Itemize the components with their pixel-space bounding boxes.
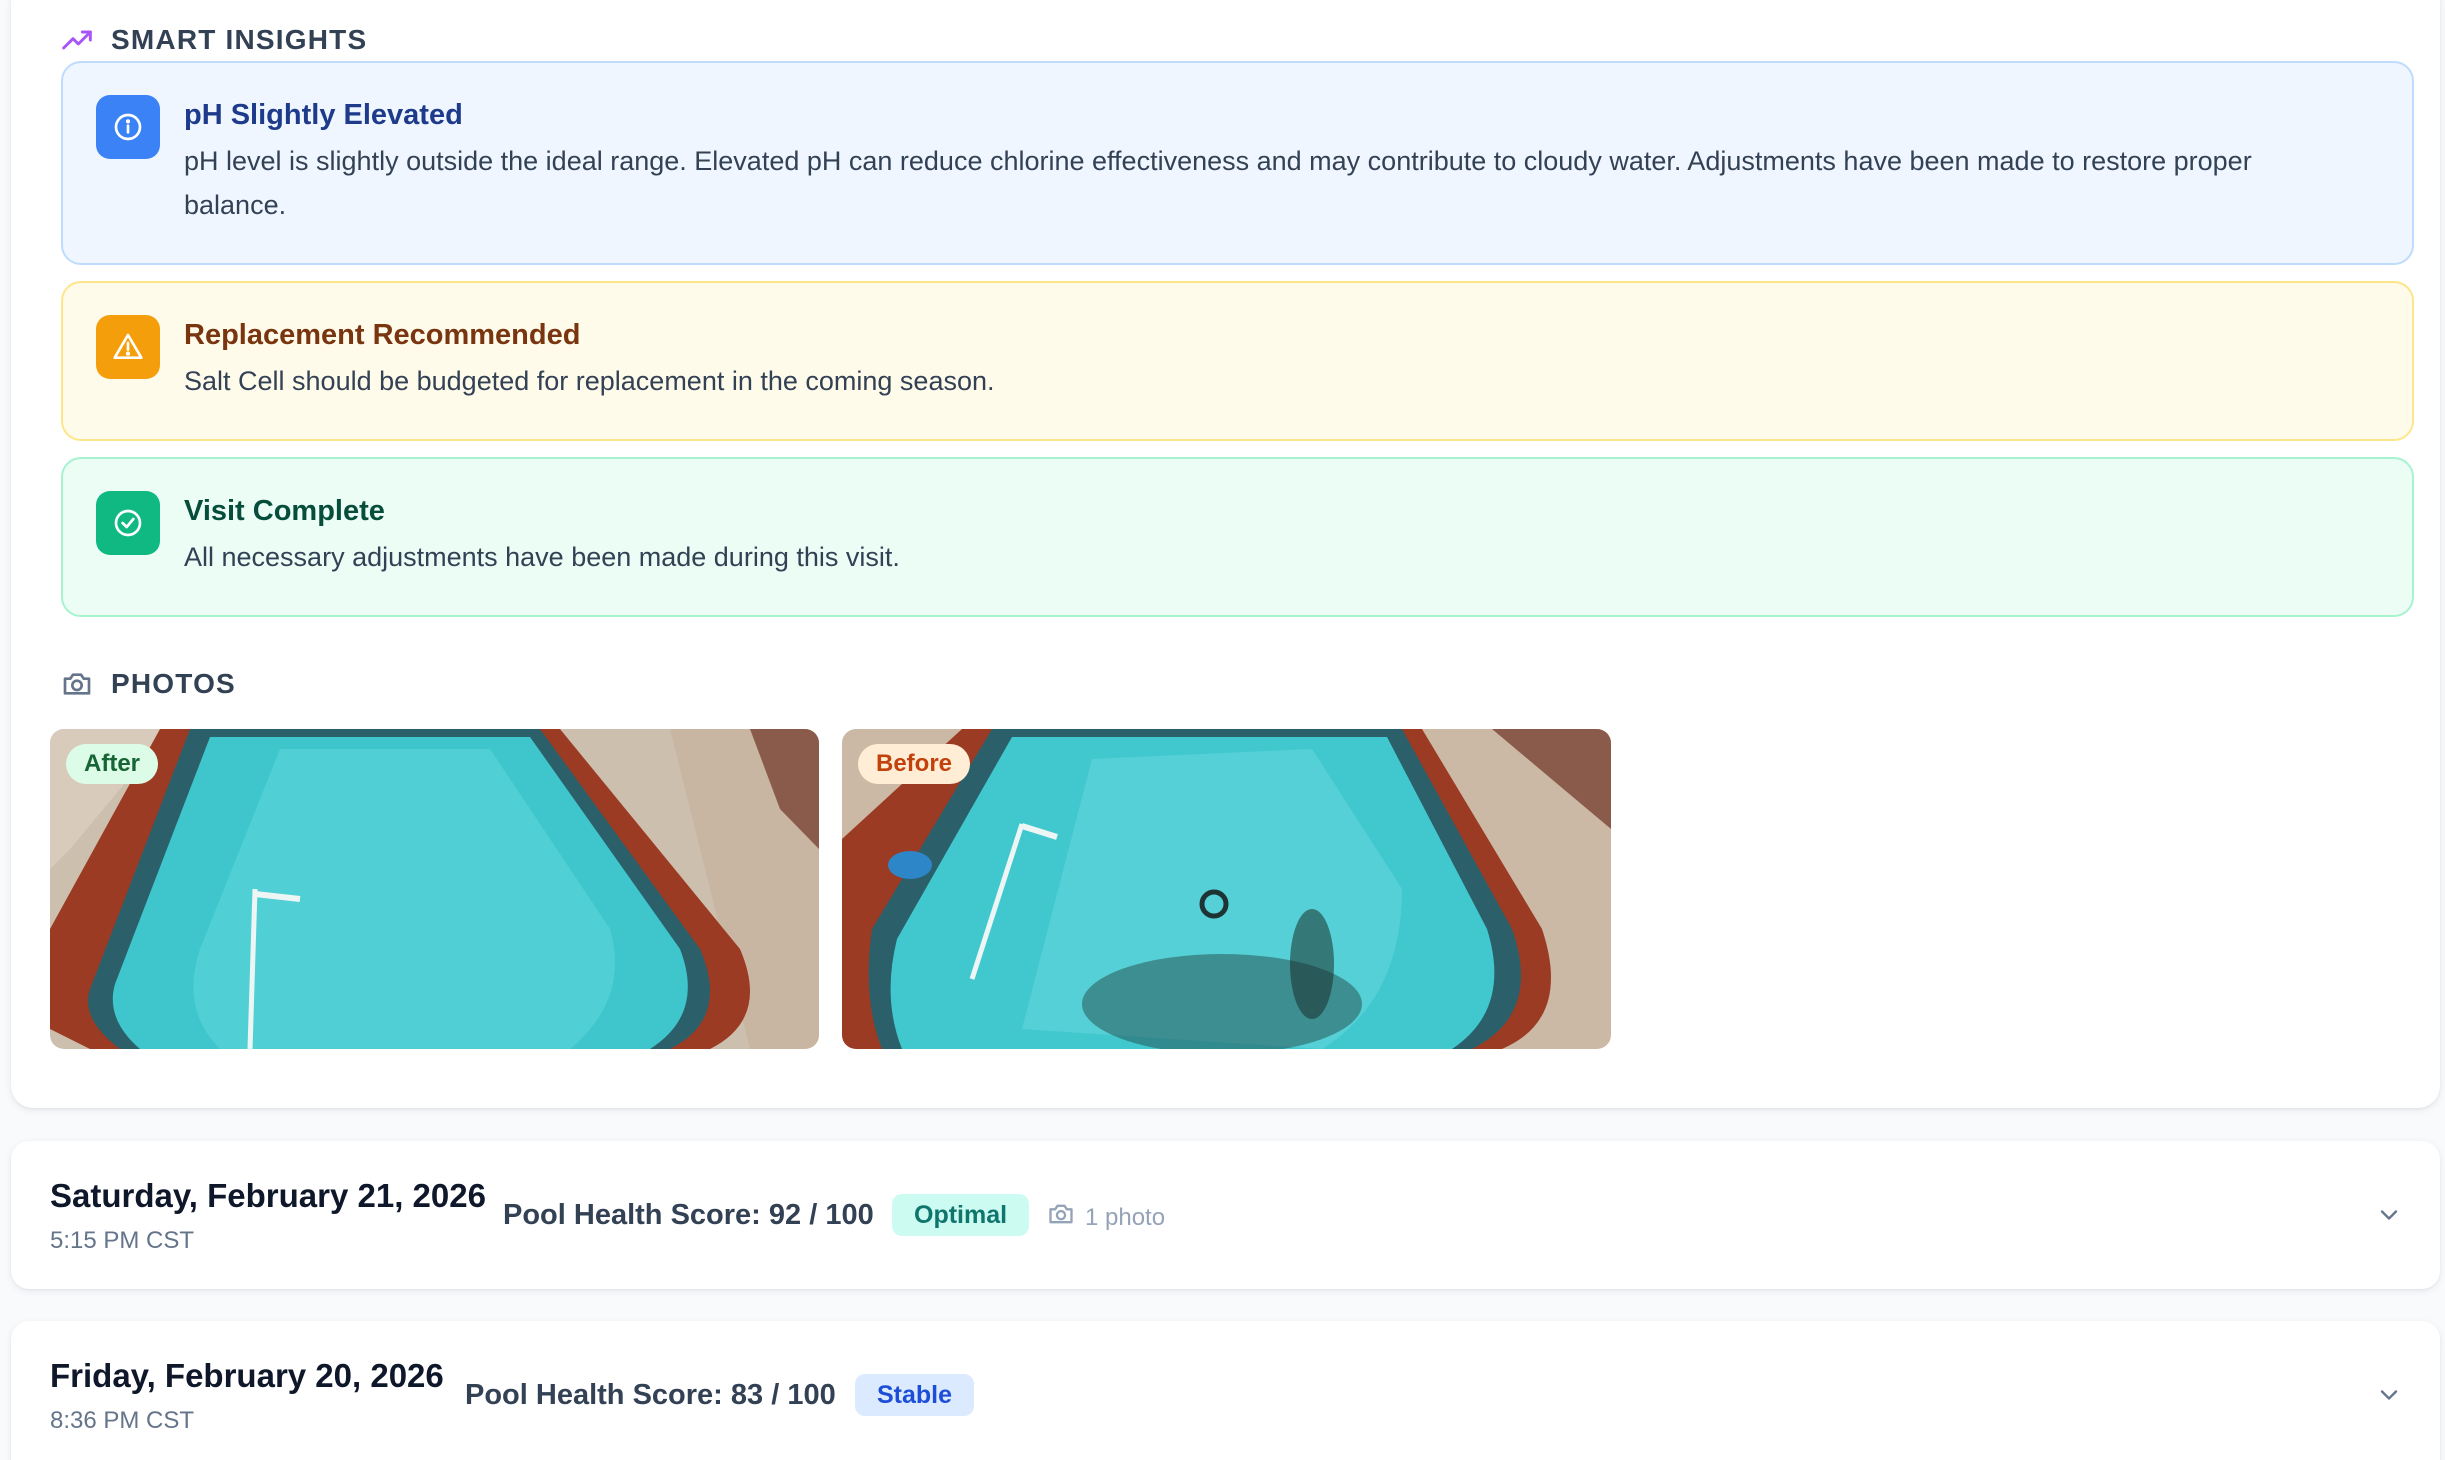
- status-badge: Optimal: [892, 1194, 1030, 1236]
- smart-insights-header: SMART INSIGHTS: [61, 24, 367, 56]
- pool-health-score: Pool Health Score: 92 / 100: [503, 1199, 874, 1231]
- visit-row[interactable]: Friday, February 20, 2026 8:36 PM CST Po…: [11, 1321, 2440, 1460]
- chevron-down-icon[interactable]: [2375, 1381, 2403, 1414]
- photo-count: 1 photo: [1047, 1200, 1165, 1235]
- camera-icon: [61, 668, 93, 700]
- insight-ph-elevated: pH Slightly Elevated pH level is slightl…: [61, 61, 2414, 265]
- pool-photo-after: [50, 729, 819, 1049]
- photo-count-label: 1 photo: [1085, 1203, 1166, 1231]
- status-badge: Stable: [855, 1374, 975, 1416]
- photo-before[interactable]: Before: [842, 729, 1611, 1049]
- trending-up-icon: [61, 24, 93, 56]
- visit-date: Friday, February 20, 2026: [50, 1357, 444, 1394]
- chevron-down-icon[interactable]: [2375, 1201, 2403, 1234]
- visit-detail-card: SMART INSIGHTS pH Slightly Elevated pH l…: [11, 0, 2440, 1108]
- photo-label-before: Before: [858, 744, 971, 784]
- insight-title: Replacement Recommended: [184, 319, 581, 351]
- info-icon: [96, 95, 160, 159]
- insight-title: pH Slightly Elevated: [184, 99, 463, 131]
- insight-body: pH level is slightly outside the ideal r…: [184, 146, 2252, 220]
- insight-title: Visit Complete: [184, 495, 385, 527]
- visit-time: 8:36 PM CST: [50, 1407, 195, 1434]
- smart-insights-title: SMART INSIGHTS: [111, 24, 368, 55]
- insight-body: Salt Cell should be budgeted for replace…: [184, 366, 995, 396]
- warning-icon: [96, 315, 160, 379]
- visit-row[interactable]: Saturday, February 21, 2026 5:15 PM CST …: [11, 1141, 2440, 1289]
- insight-body: All necessary adjustments have been made…: [184, 542, 900, 572]
- insight-replacement: Replacement Recommended Salt Cell should…: [61, 281, 2414, 441]
- photos-title: PHOTOS: [111, 668, 236, 699]
- visit-time: 5:15 PM CST: [50, 1227, 195, 1254]
- visit-date: Saturday, February 21, 2026: [50, 1177, 486, 1214]
- check-circle-icon: [96, 491, 160, 555]
- pool-health-score: Pool Health Score: 83 / 100: [465, 1379, 836, 1411]
- camera-icon: [1047, 1200, 1075, 1235]
- photos-header: PHOTOS: [61, 668, 236, 700]
- photo-label-after: After: [66, 744, 159, 784]
- photo-after[interactable]: After: [50, 729, 819, 1049]
- insight-visit-complete: Visit Complete All necessary adjustments…: [61, 457, 2414, 617]
